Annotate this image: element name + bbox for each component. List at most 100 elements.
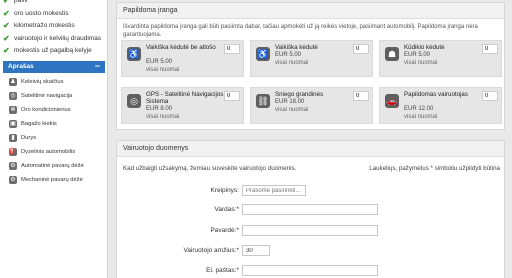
equipment-name: Kūdikio kėdutė bbox=[404, 44, 445, 51]
check-icon: ✔ bbox=[3, 0, 10, 5]
sidebar: ✔ pavir ✔ oro uosto mokestis ✔ kilometra… bbox=[0, 0, 108, 278]
equipment-card: ◎ GPS - Satelitinė Navigacijos Sistema E… bbox=[121, 87, 244, 124]
equipment-note: visai nuomai bbox=[146, 114, 180, 120]
included-item-label: vairuotojo ir kelvilių draudimas bbox=[14, 34, 102, 42]
snowflake-icon: ✻ bbox=[9, 105, 17, 114]
equipment-name: GPS - Satelitinė Navigacijos Sistema bbox=[146, 91, 224, 105]
equipment-note: visai nuomai bbox=[404, 114, 438, 120]
included-item-label: pavir bbox=[14, 0, 29, 4]
included-item-label: mokestis už pagalbą kelyje bbox=[14, 47, 92, 54]
feature-label: Oro kondicionierius bbox=[21, 106, 71, 113]
age-label: Vairuotojo amžius:* bbox=[183, 247, 239, 254]
age-input[interactable] bbox=[242, 245, 270, 256]
feature-item: ⚙ Automatinė pavarų dėžė bbox=[3, 159, 105, 173]
included-item-label: kilometražo mokestis bbox=[14, 22, 75, 29]
salutation-field: Kreipinys: bbox=[117, 185, 306, 196]
feature-item: ◎ Satelitinė navigacija bbox=[3, 89, 105, 103]
first-name-field: Vardas:* bbox=[117, 204, 378, 215]
equipment-card: ♿ Vaikiška kėdutė be atlošo EUR 5.00 vis… bbox=[121, 40, 244, 77]
salutation-label: Kreipinys: bbox=[210, 187, 239, 194]
child-seat-icon: ♿ bbox=[256, 47, 270, 61]
equipment-card: 🚗 Papildomas vairuotojas EUR 12.00 visai… bbox=[379, 87, 502, 124]
feature-label: Keleivių skaičius bbox=[21, 78, 64, 85]
quantity-input[interactable] bbox=[224, 44, 240, 54]
description-header[interactable]: Aprašas − bbox=[3, 60, 105, 73]
required-note: Laukeliųs, pažymėtus * simboliu užpildyt… bbox=[369, 165, 500, 172]
equipment-panel: Papildoma įranga Išvardinta papildoma įr… bbox=[116, 2, 505, 130]
suitcase-icon: ▣ bbox=[9, 119, 17, 128]
quantity-input[interactable] bbox=[482, 44, 498, 54]
equipment-card: ♿ Vaikiška kėdutė EUR 5.00 visai nuomai bbox=[250, 40, 373, 77]
included-item: ✔ pavir bbox=[3, 0, 104, 5]
equipment-price: EUR 5.00 bbox=[404, 52, 431, 58]
driver-intro: Kad užbaigti užsakymą, žemiau suveskite … bbox=[123, 165, 297, 172]
feature-label: Dyzelinis automobilis bbox=[21, 148, 76, 155]
equipment-name: Papildomas vairuotojas bbox=[404, 91, 468, 98]
quantity-input[interactable] bbox=[353, 91, 369, 101]
gps-icon: ◎ bbox=[9, 91, 17, 100]
quantity-input[interactable] bbox=[353, 44, 369, 54]
baby-seat-icon: ☗ bbox=[385, 47, 399, 61]
included-item: ✔ vairuotojo ir kelvilių draudimas bbox=[3, 33, 104, 43]
first-name-label: Vardas:* bbox=[214, 206, 239, 213]
check-icon: ✔ bbox=[3, 33, 10, 43]
description-title: Aprašas bbox=[8, 63, 34, 70]
equipment-note: visai nuomai bbox=[275, 60, 309, 66]
email-label: El. paštas:* bbox=[206, 267, 239, 274]
included-checklist: ✔ pavir ✔ oro uosto mokestis ✔ kilometra… bbox=[0, 0, 107, 55]
gearbox-icon: ⚙ bbox=[9, 161, 17, 170]
included-item: ✔ oro uosto mokestis bbox=[3, 8, 104, 18]
driver-icon: 🚗 bbox=[385, 94, 399, 108]
equipment-price: EUR 5.00 bbox=[146, 59, 173, 65]
check-icon: ✔ bbox=[3, 8, 10, 18]
feature-item: ▮ Durys bbox=[3, 131, 105, 145]
equipment-card: ☗ Kūdikio kėdutė EUR 5.00 visai nuomai bbox=[379, 40, 502, 77]
quantity-input[interactable] bbox=[482, 91, 498, 101]
driver-panel: Vairuotojo duomenys Kad užbaigti užsakym… bbox=[116, 140, 505, 278]
equipment-note: visai nuomai bbox=[146, 67, 180, 73]
equipment-note: visai nuomai bbox=[275, 107, 309, 113]
gearbox-icon: ⚙ bbox=[9, 175, 17, 184]
included-item: ✔ kilometražo mokestis bbox=[3, 22, 104, 30]
feature-item: ⛽ Dyzelinis automobilis bbox=[3, 145, 105, 159]
check-icon: ✔ bbox=[3, 46, 10, 55]
equipment-price: EUR 18.00 bbox=[275, 99, 305, 105]
equipment-price: EUR 8.00 bbox=[146, 106, 173, 112]
last-name-input[interactable] bbox=[242, 225, 378, 236]
equipment-price: EUR 5.00 bbox=[275, 52, 302, 58]
feature-label: Durys bbox=[21, 134, 37, 141]
equipment-name: Sniego grandinės bbox=[275, 91, 324, 98]
door-icon: ▮ bbox=[9, 133, 17, 142]
email-field: El. paštas:* bbox=[117, 265, 378, 276]
main-content: Papildoma įranga Išvardinta papildoma įr… bbox=[116, 0, 505, 278]
check-icon: ✔ bbox=[3, 21, 10, 30]
gps-icon: ◎ bbox=[127, 94, 141, 108]
email-input[interactable] bbox=[242, 265, 378, 276]
feature-label: Satelitinė navigacija bbox=[21, 92, 73, 99]
first-name-input[interactable] bbox=[242, 204, 378, 215]
quantity-input[interactable] bbox=[224, 91, 240, 101]
feature-label: Bagažo kiekis bbox=[21, 120, 57, 127]
child-seat-icon: ♿ bbox=[127, 47, 141, 61]
feature-list: ♟ Keleivių skaičius ◎ Satelitinė navigacij… bbox=[3, 75, 105, 187]
feature-item: ♟ Keleivių skaičius bbox=[3, 75, 105, 89]
age-field: Vairuotojo amžius:* bbox=[117, 245, 270, 256]
included-item-label: oro uosto mokestis bbox=[14, 9, 69, 17]
feature-label: Mechaninė pavarų dėžė bbox=[21, 176, 83, 183]
equipment-name: Vaikiška kėdutė bbox=[275, 44, 318, 51]
collapse-icon[interactable]: − bbox=[95, 62, 100, 71]
equipment-price: EUR 12.00 bbox=[404, 106, 434, 112]
equipment-title: Papildoma įranga bbox=[117, 3, 504, 19]
driver-title: Vairuotojo duomenys bbox=[117, 141, 504, 157]
last-name-field: Pavardė:* bbox=[117, 225, 378, 236]
feature-item: ✻ Oro kondicionierius bbox=[3, 103, 105, 117]
feature-item: ⚙ Mechaninė pavarų dėžė bbox=[3, 173, 105, 187]
salutation-select[interactable] bbox=[242, 185, 306, 196]
equipment-card: ⛓ Sniego grandinės EUR 18.00 visai nuoma… bbox=[250, 87, 373, 124]
fuel-icon: ⛽ bbox=[9, 147, 17, 156]
feature-label: Automatinė pavarų dėžė bbox=[21, 162, 84, 169]
person-icon: ♟ bbox=[9, 77, 17, 86]
last-name-label: Pavardė:* bbox=[210, 227, 239, 234]
feature-item: ▣ Bagažo kiekis bbox=[3, 117, 105, 131]
equipment-name: Vaikiška kėdutė be atlošo bbox=[146, 44, 216, 51]
